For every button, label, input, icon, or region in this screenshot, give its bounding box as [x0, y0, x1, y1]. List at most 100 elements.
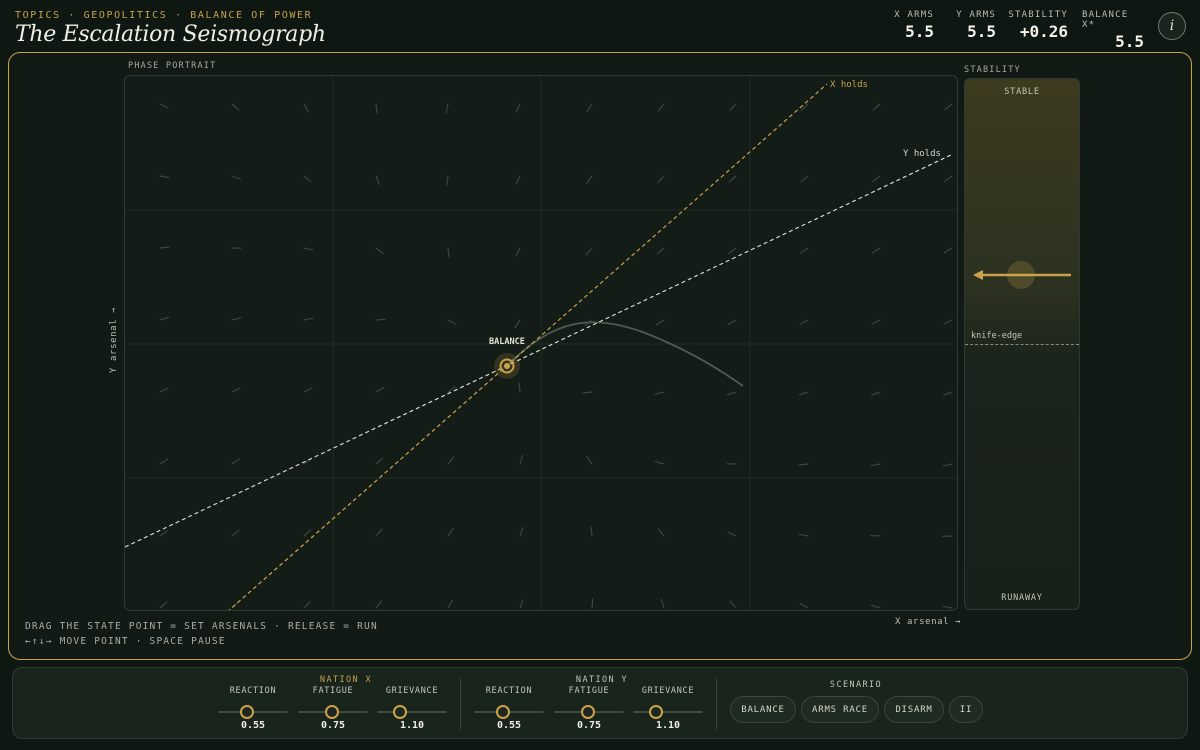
- stat-stability: STABILITY +0.26: [1008, 10, 1068, 51]
- flow-arrow: [159, 529, 168, 537]
- flow-arrow: [727, 531, 737, 537]
- nation-x-reaction-slider[interactable]: REACTION 0.55: [218, 686, 288, 731]
- slider-track[interactable]: [377, 711, 447, 713]
- nation-x-title: NATION X: [319, 675, 373, 685]
- flow-arrow: [728, 175, 737, 183]
- runaway-label: RUNAWAY: [1001, 593, 1043, 603]
- flow-arrow: [729, 103, 737, 112]
- flow-arrow: [519, 526, 524, 537]
- flow-arrow: [870, 391, 881, 396]
- stat-x-arms: X ARMS 5.5: [882, 10, 934, 51]
- flow-arrow: [375, 175, 380, 186]
- slider-thumb[interactable]: [580, 705, 595, 719]
- flow-arrow: [231, 317, 242, 321]
- slider-value: 0.55: [496, 720, 522, 731]
- slider-thumb[interactable]: [496, 705, 511, 719]
- flow-arrow: [375, 386, 385, 393]
- phase-portrait-canvas[interactable]: X holds Y holds BALANCE: [125, 76, 958, 611]
- flow-arrow: [656, 247, 665, 255]
- flow-arrow: [231, 529, 240, 537]
- slider-thumb[interactable]: [649, 705, 664, 719]
- nation-y-fatigue-slider[interactable]: FATIGUE 0.75: [554, 686, 624, 731]
- flow-arrow: [159, 175, 170, 179]
- info-button[interactable]: i: [1158, 12, 1186, 40]
- flow-arrow: [942, 605, 953, 609]
- balance-label: BALANCE: [489, 337, 525, 347]
- nation-y-reaction-slider[interactable]: REACTION 0.55: [474, 686, 544, 731]
- stat-value: +0.26: [1019, 22, 1068, 41]
- flow-arrow: [943, 319, 953, 325]
- phase-portrait-label: PHASE PORTRAIT: [128, 61, 217, 71]
- flow-arrow: [586, 175, 593, 184]
- flow-arrow: [446, 175, 449, 186]
- flow-arrow: [159, 246, 170, 249]
- balance-button[interactable]: BALANCE: [730, 696, 796, 723]
- flow-arrow: [657, 175, 665, 184]
- slider-label: FATIGUE: [568, 686, 610, 696]
- stat-label: X ARMS: [894, 10, 934, 20]
- flow-arrow: [798, 533, 809, 537]
- flow-arrow: [657, 103, 665, 112]
- nation-y-grievance-slider[interactable]: GRIEVANCE 1.10: [633, 686, 703, 731]
- arms-race-button[interactable]: ARMS RACE: [801, 696, 879, 723]
- flow-arrow: [159, 316, 170, 321]
- flow-arrow: [518, 382, 521, 393]
- flow-arrow: [657, 528, 665, 537]
- x-axis-label: X arsenal →: [895, 617, 962, 627]
- disarm-button[interactable]: DISARM: [884, 696, 944, 723]
- flow-arrow: [159, 458, 169, 465]
- flow-arrow: [729, 600, 737, 609]
- main-panel: PHASE PORTRAIT X holds Y holds BALANCE Y a…: [8, 52, 1192, 660]
- slider-thumb[interactable]: [393, 705, 408, 719]
- nation-x-grievance-slider[interactable]: GRIEVANCE 1.10: [377, 686, 447, 731]
- stat-value: 5.5: [905, 22, 934, 41]
- flow-arrow: [582, 391, 593, 394]
- flow-arrow: [159, 387, 169, 393]
- stat-y-arms: Y ARMS 5.5: [948, 10, 996, 51]
- flow-arrow: [447, 319, 457, 325]
- slider-track[interactable]: [633, 711, 703, 713]
- group-divider: [460, 678, 461, 730]
- y-axis-label: Y arsenal →: [109, 306, 119, 373]
- flow-arrow: [375, 247, 384, 255]
- slider-value: 0.55: [240, 720, 266, 731]
- control-panel: NATION X REACTION 0.55 FATIGUE 0.75 GRIE…: [12, 667, 1188, 739]
- flow-arrow: [654, 391, 665, 395]
- nation-x-fatigue-slider[interactable]: FATIGUE 0.75: [298, 686, 368, 731]
- nation-y-title: NATION Y: [575, 675, 629, 685]
- flow-arrow: [586, 456, 593, 465]
- flow-arrow: [375, 528, 383, 537]
- slider-label: GRIEVANCE: [385, 686, 439, 696]
- flow-arrow: [519, 454, 524, 465]
- slider-thumb[interactable]: [324, 705, 339, 719]
- breadcrumb: TOPICS · GEOPOLITICS · BALANCE OF POWER: [15, 10, 313, 21]
- flow-arrow: [445, 103, 449, 114]
- slider-label: GRIEVANCE: [641, 686, 695, 696]
- pause-button[interactable]: II: [949, 696, 983, 723]
- header: TOPICS · GEOPOLITICS · BALANCE OF POWER …: [0, 0, 1200, 52]
- flow-arrow: [798, 391, 809, 396]
- flow-arrow: [727, 319, 737, 326]
- flow-arrow: [375, 103, 378, 114]
- flow-arrow: [871, 247, 881, 254]
- flow-arrow: [231, 458, 241, 465]
- flow-arrow: [944, 175, 953, 182]
- trajectory-curve: [506, 321, 744, 387]
- slider-thumb[interactable]: [240, 705, 255, 719]
- flow-arrow: [231, 103, 240, 111]
- flow-arrow: [303, 317, 314, 321]
- flow-arrow: [586, 103, 593, 113]
- stat-label: STABILITY: [1008, 10, 1068, 20]
- flow-arrow: [728, 247, 737, 255]
- flow-arrow: [872, 175, 881, 183]
- stat-value: 5.5: [1115, 32, 1144, 51]
- flow-arrow: [231, 175, 241, 180]
- flow-arrow: [515, 175, 521, 185]
- phase-portrait[interactable]: X holds Y holds BALANCE: [124, 75, 958, 611]
- pause-icon: II: [959, 704, 973, 715]
- flow-arrow: [159, 601, 168, 609]
- stability-indicator: [973, 261, 1071, 289]
- stability-label: STABILITY: [964, 65, 1021, 75]
- flow-arrow: [447, 527, 454, 537]
- flow-arrow: [942, 463, 953, 467]
